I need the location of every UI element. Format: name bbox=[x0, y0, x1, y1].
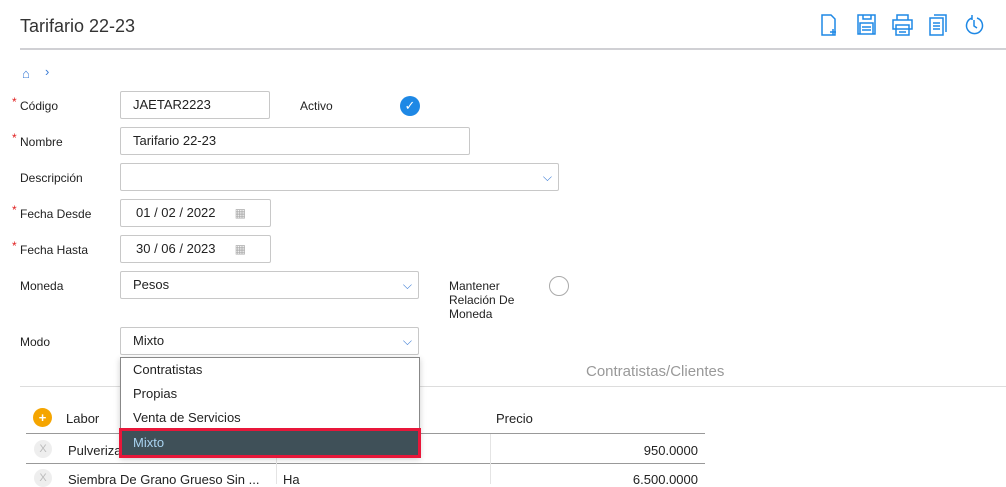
modo-select[interactable]: Mixto ⌵ bbox=[120, 327, 419, 355]
delete-row-button[interactable]: X bbox=[34, 440, 52, 458]
moneda-value: Pesos bbox=[133, 277, 170, 292]
copy-icon[interactable] bbox=[928, 14, 950, 36]
codigo-input[interactable]: JAETAR2223 bbox=[120, 91, 270, 119]
calendar-icon[interactable]: ▦ bbox=[235, 200, 246, 226]
mantener-label: Mantener Relación De Moneda bbox=[449, 279, 515, 321]
fecha-desde-label: Fecha Desde bbox=[12, 203, 91, 221]
row-unidad[interactable]: Ha bbox=[283, 472, 300, 487]
mantener-toggle[interactable] bbox=[549, 276, 569, 296]
option-mixto[interactable]: Mixto bbox=[119, 428, 421, 458]
fecha-hasta-label: Fecha Hasta bbox=[12, 239, 88, 257]
row-precio[interactable]: 6.500.0000 bbox=[633, 472, 698, 487]
nombre-label: Nombre bbox=[12, 131, 63, 149]
option-propias[interactable]: Propias bbox=[121, 382, 419, 406]
row-labor[interactable]: Siembra De Grano Grueso Sin ... bbox=[68, 472, 259, 487]
header-precio: Precio bbox=[496, 411, 533, 426]
new-document-icon[interactable] bbox=[820, 14, 842, 36]
chevron-down-icon: ⌵ bbox=[402, 334, 412, 348]
modo-value: Mixto bbox=[133, 333, 165, 348]
calendar-icon[interactable]: ▦ bbox=[235, 236, 246, 262]
fecha-hasta-input[interactable]: 30 / 06 / 2023 ▦ bbox=[120, 235, 271, 263]
fecha-hasta-value: 30 / 06 / 2023 bbox=[136, 241, 216, 256]
activo-checkbox[interactable]: ✓ bbox=[400, 96, 420, 116]
moneda-select[interactable]: Pesos ⌵ bbox=[120, 271, 419, 299]
row-precio[interactable]: 950.0000 bbox=[644, 443, 698, 458]
codigo-label: Código bbox=[12, 95, 58, 113]
descripcion-select[interactable]: ⌵ bbox=[120, 163, 559, 191]
option-contratistas[interactable]: Contratistas bbox=[121, 358, 419, 382]
fecha-desde-value: 01 / 02 / 2022 bbox=[136, 205, 216, 220]
moneda-label: Moneda bbox=[20, 279, 64, 293]
history-icon[interactable] bbox=[964, 14, 986, 36]
modo-label: Modo bbox=[20, 335, 51, 349]
print-icon[interactable] bbox=[892, 14, 914, 36]
chevron-right-icon[interactable]: › bbox=[45, 64, 49, 79]
nombre-input[interactable]: Tarifario 22-23 bbox=[120, 127, 470, 155]
option-venta-servicios[interactable]: Venta de Servicios bbox=[121, 406, 419, 430]
modo-dropdown: Contratistas Propias Venta de Servicios … bbox=[119, 357, 421, 458]
header-labor: Labor bbox=[66, 411, 100, 426]
row-labor[interactable]: Pulveriza bbox=[68, 443, 121, 458]
chevron-down-icon: ⌵ bbox=[402, 278, 412, 292]
add-row-button[interactable]: + bbox=[33, 408, 52, 427]
fecha-desde-input[interactable]: 01 / 02 / 2022 ▦ bbox=[120, 199, 271, 227]
chevron-down-icon: ⌵ bbox=[542, 170, 552, 184]
divider bbox=[20, 48, 1006, 50]
activo-label: Activo bbox=[300, 99, 333, 113]
descripcion-label: Descripción bbox=[20, 171, 83, 185]
section-title: Contratistas/Clientes bbox=[586, 363, 725, 380]
tag-icon[interactable]: ⌂ bbox=[22, 66, 30, 81]
page-title: Tarifario 22-23 bbox=[20, 16, 136, 36]
save-icon[interactable] bbox=[856, 14, 878, 36]
delete-row-button[interactable]: X bbox=[34, 469, 52, 487]
